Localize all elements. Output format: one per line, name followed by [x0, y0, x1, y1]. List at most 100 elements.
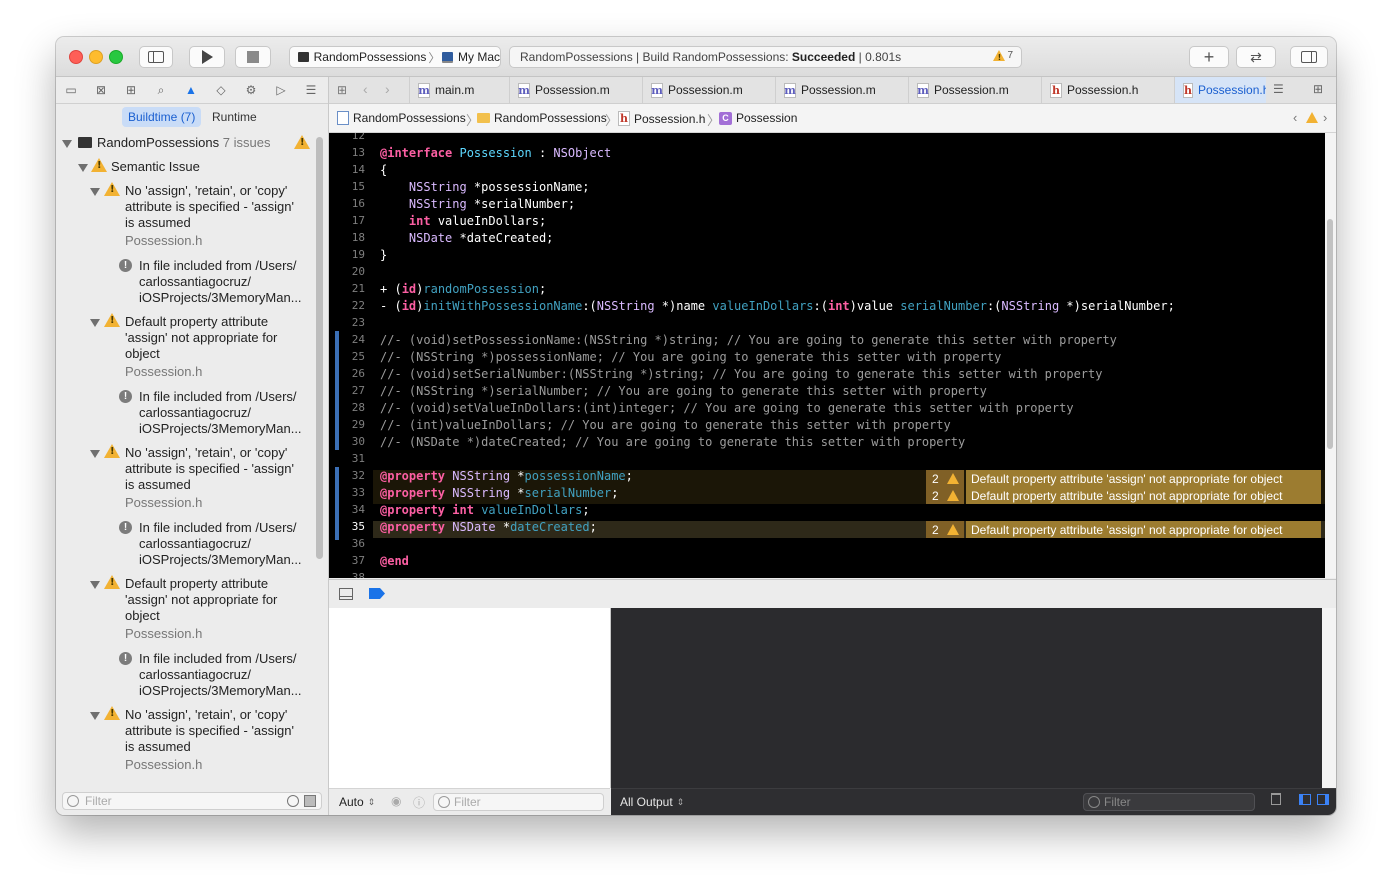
- line-number: 34: [351, 503, 365, 516]
- note-text-line: carlossantiagocruz/: [139, 405, 251, 420]
- inline-warning-message[interactable]: Default property attribute 'assign' not …: [966, 487, 1321, 504]
- editor-scroll-thumb[interactable]: [1327, 219, 1333, 449]
- disclosure-triangle-icon[interactable]: [78, 164, 88, 172]
- disclosure-triangle-icon[interactable]: [90, 581, 100, 589]
- back-arrow-icon[interactable]: ‹: [363, 81, 368, 97]
- code-line: NSString *possessionName;: [408, 180, 590, 194]
- toggle-inspector-button[interactable]: [1290, 46, 1328, 68]
- console-output[interactable]: [611, 608, 1322, 788]
- grid-icon[interactable]: ⊞: [337, 83, 347, 97]
- disclosure-triangle-icon[interactable]: [90, 188, 100, 196]
- minimize-window-button[interactable]: [89, 50, 103, 64]
- tab-buildtime[interactable]: Buildtime (7): [122, 107, 202, 127]
- navigator-scrollbar[interactable]: [316, 137, 323, 559]
- split-right-icon[interactable]: [1317, 794, 1329, 805]
- disclosure-triangle-icon[interactable]: [90, 319, 100, 327]
- warning-count-badge[interactable]: 2: [926, 470, 964, 487]
- trash-icon[interactable]: [1271, 793, 1281, 805]
- header-file-icon: h: [1183, 82, 1193, 98]
- issue-item[interactable]: No 'assign', 'retain', or 'copy' attribu…: [125, 445, 294, 493]
- issue-note[interactable]: In file included from /Users/ carlossant…: [139, 520, 302, 568]
- breakpoint-icon[interactable]: ▷: [266, 83, 296, 97]
- clock-icon[interactable]: [287, 795, 299, 807]
- adjust-editor-icon[interactable]: ☰: [1273, 82, 1284, 96]
- breadcrumb-symbol[interactable]: C Possession: [719, 111, 797, 125]
- search-icon[interactable]: ⌕: [146, 83, 176, 98]
- breakpoints-toggle-icon[interactable]: [369, 588, 385, 599]
- warning-count-badge[interactable]: 2: [926, 521, 964, 538]
- eye-icon[interactable]: ◉: [391, 794, 401, 808]
- disclosure-triangle-icon[interactable]: [90, 450, 100, 458]
- symbol-icon[interactable]: ⊞: [116, 83, 146, 97]
- tab-possession-m[interactable]: m Possession.m: [908, 77, 1041, 103]
- output-filter-popup[interactable]: All Output ⇕: [620, 795, 684, 809]
- variables-filter-field[interactable]: Filter: [433, 793, 604, 811]
- warning-icon[interactable]: [1306, 112, 1318, 123]
- split-left-icon[interactable]: [1299, 794, 1311, 805]
- code-review-button[interactable]: ⇄: [1236, 46, 1276, 68]
- disclosure-triangle-icon[interactable]: [90, 712, 100, 720]
- tab-label: Possession.m: [801, 83, 876, 97]
- scheme-selector[interactable]: RandomPossessions 〉 My Mac: [289, 46, 501, 68]
- source-editor[interactable]: 12 13 14 15 16 17 18 19 20 21 22 23 24 2…: [329, 133, 1336, 578]
- issue-note[interactable]: In file included from /Users/ carlossant…: [139, 258, 302, 306]
- warning-count-button[interactable]: ! 7: [993, 50, 1013, 61]
- note-text-line: In file included from /Users/: [139, 389, 297, 404]
- info-circle-icon[interactable]: ⓘ: [413, 794, 425, 811]
- console-filter-field[interactable]: Filter: [1083, 793, 1255, 811]
- sidebar-right-icon: [1301, 51, 1317, 63]
- issue-item[interactable]: No 'assign', 'retain', or 'copy' attribu…: [125, 183, 294, 231]
- variables-view[interactable]: [329, 608, 611, 788]
- run-button[interactable]: [189, 46, 225, 68]
- tab-possession-m[interactable]: m Possession.m: [642, 77, 775, 103]
- source-control-icon[interactable]: ⊠: [86, 83, 116, 97]
- scope-icon[interactable]: [304, 795, 316, 807]
- tab-possession-m[interactable]: m Possession.m: [775, 77, 908, 103]
- issue-item[interactable]: Default property attribute 'assign' not …: [125, 314, 277, 362]
- next-issue-icon[interactable]: ›: [1323, 110, 1327, 125]
- close-window-button[interactable]: [69, 50, 83, 64]
- folder-icon[interactable]: ▭: [56, 83, 86, 97]
- warning-count-badge[interactable]: 2: [926, 487, 964, 504]
- console-scrollbar[interactable]: [1322, 608, 1336, 788]
- toggle-navigator-button[interactable]: [139, 46, 173, 68]
- auto-variables-popup[interactable]: Auto ⇕: [339, 795, 375, 809]
- tab-main-m[interactable]: m main.m: [409, 77, 509, 103]
- group-title[interactable]: Semantic Issue: [111, 159, 200, 175]
- report-icon[interactable]: ☰: [296, 83, 326, 97]
- editor-scrollbar[interactable]: [1325, 133, 1336, 578]
- test-icon[interactable]: ◇: [206, 83, 236, 97]
- debug-icon[interactable]: ⚙: [236, 83, 266, 97]
- stop-button[interactable]: [235, 46, 271, 68]
- line-number: 22: [351, 299, 365, 312]
- objc-file-icon: m: [784, 82, 796, 98]
- issue-note[interactable]: In file included from /Users/ carlossant…: [139, 389, 302, 437]
- tab-possession-m[interactable]: m Possession.m: [509, 77, 642, 103]
- hide-debug-area-icon[interactable]: [339, 588, 353, 600]
- zoom-window-button[interactable]: [109, 50, 123, 64]
- inline-warning-message[interactable]: Default property attribute 'assign' not …: [966, 521, 1321, 538]
- tab-runtime[interactable]: Runtime: [206, 107, 263, 127]
- navigator-filter-field[interactable]: Filter: [62, 792, 322, 810]
- project-row[interactable]: RandomPossessions 7 issues: [97, 135, 270, 151]
- issue-note[interactable]: In file included from /Users/ carlossant…: [139, 651, 302, 699]
- disclosure-triangle-icon[interactable]: [62, 140, 72, 148]
- forward-arrow-icon[interactable]: ›: [385, 81, 390, 97]
- issue-item[interactable]: Default property attribute 'assign' not …: [125, 576, 277, 624]
- tab-possession-h[interactable]: h Possession.h: [1041, 77, 1174, 103]
- issue-item[interactable]: No 'assign', 'retain', or 'copy' attribu…: [125, 707, 294, 755]
- breadcrumb-project[interactable]: RandomPossessions: [337, 111, 466, 125]
- breadcrumb-file[interactable]: h Possession.h: [618, 111, 705, 126]
- previous-issue-icon[interactable]: ‹: [1293, 110, 1297, 125]
- line-number-current: 35: [351, 520, 365, 533]
- add-editor-icon[interactable]: ⊞: [1313, 82, 1323, 96]
- objc-file-icon: m: [518, 82, 530, 98]
- line-number: 28: [351, 401, 365, 414]
- header-file-icon: h: [1050, 82, 1062, 98]
- breadcrumb-folder[interactable]: RandomPossessions: [477, 111, 607, 125]
- inline-warning-message[interactable]: Default property attribute 'assign' not …: [966, 470, 1321, 487]
- tab-possession-h-active[interactable]: h Possession.h: [1174, 77, 1266, 103]
- library-button[interactable]: +: [1189, 46, 1229, 68]
- warning-icon: [91, 158, 107, 172]
- issue-icon[interactable]: ▲: [176, 83, 206, 97]
